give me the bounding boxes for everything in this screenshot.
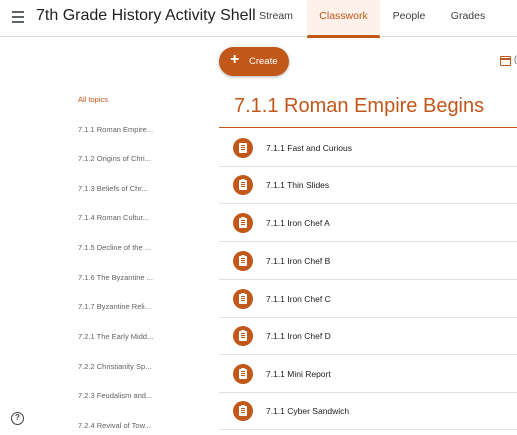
topic-item[interactable]: 7.2.4 Revival of Tow... (78, 421, 151, 430)
classwork-item[interactable]: 7.1.1 Iron Chef A (219, 205, 517, 242)
class-title[interactable]: 7th Grade History Activity Shell (36, 7, 256, 25)
create-button-label: Create (249, 56, 278, 67)
classwork-item-title: 7.1.1 Iron Chef B (266, 256, 331, 266)
classwork-item[interactable]: 7.1.1 Thin Slides (219, 167, 517, 204)
classwork-item-title: 7.1.1 Iron Chef C (266, 294, 331, 304)
topic-item[interactable]: 7.1.5 Decline of the ... (78, 243, 151, 252)
classwork-item-title: 7.1.1 Iron Chef D (266, 331, 331, 341)
topic-all[interactable]: All topics (78, 95, 108, 104)
topic-item[interactable]: 7.1.7 Byzantine Reli... (78, 302, 151, 311)
assignment-icon (233, 401, 253, 421)
classwork-item[interactable]: 7.1.1 Iron Chef B (219, 243, 517, 280)
classwork-item[interactable]: 7.1.1 Iron Chef C (219, 281, 517, 318)
classwork-item[interactable]: 7.1.1 Cyber Sandwich (219, 393, 517, 430)
classwork-item-title: 7.1.1 Mini Report (266, 369, 331, 379)
classwork-item-title: 7.1.1 Iron Chef A (266, 218, 330, 228)
classwork-item[interactable]: 7.1.1 Fast and Curious (219, 130, 517, 167)
classwork-item-title: 7.1.1 Cyber Sandwich (266, 406, 350, 416)
main-menu-icon[interactable] (10, 8, 28, 26)
topic-item[interactable]: 7.2.1 The Early Midd... (78, 332, 153, 341)
create-button[interactable]: + Create (219, 47, 289, 76)
section-divider (219, 127, 517, 128)
topic-item[interactable]: 7.1.4 Roman Cultur... (78, 213, 149, 222)
plus-icon: + (230, 51, 240, 68)
tab-people[interactable]: People (380, 0, 438, 37)
top-app-bar: 7th Grade History Activity Shell Stream … (0, 0, 517, 38)
section-title: 7.1.1 Roman Empire Begins (234, 95, 485, 117)
assignment-icon (233, 251, 253, 271)
assignment-icon (233, 289, 253, 309)
help-icon[interactable]: ? (11, 412, 24, 425)
topic-item[interactable]: 7.2.3 Feudalism and... (78, 391, 152, 400)
topic-item[interactable]: 7.1.6 The Byzantine ... (78, 273, 153, 282)
assignment-icon (233, 175, 253, 195)
topic-item[interactable]: 7.1.3 Beliefs of Chr... (78, 184, 148, 193)
topic-item[interactable]: 7.1.1 Roman Empire... (78, 125, 153, 134)
classwork-item[interactable]: 7.1.1 Iron Chef D (219, 318, 517, 355)
assignment-icon (233, 213, 253, 233)
calendar-icon[interactable] (500, 56, 511, 66)
topic-item[interactable]: 7.1.2 Origins of Chri... (78, 154, 151, 163)
topic-item[interactable]: 7.2.2 Christianity Sp... (78, 362, 151, 371)
assignment-icon (233, 364, 253, 384)
tab-stream[interactable]: Stream (245, 0, 307, 37)
classwork-item-title: 7.1.1 Thin Slides (266, 180, 330, 190)
classwork-item[interactable]: 7.1.1 Mini Report (219, 356, 517, 393)
material-icon (233, 138, 253, 158)
assignment-icon (233, 326, 253, 346)
tab-grades[interactable]: Grades (438, 0, 498, 37)
tab-classwork[interactable]: Classwork (307, 0, 380, 38)
classwork-item-title: 7.1.1 Fast and Curious (266, 143, 352, 153)
